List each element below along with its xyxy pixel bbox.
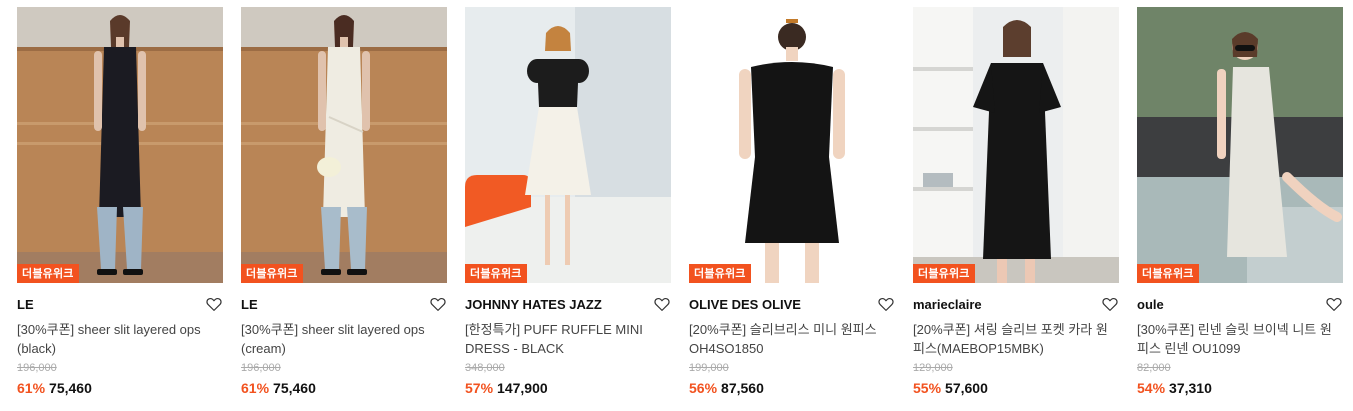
product-image[interactable]: 더블유위크 (1137, 7, 1343, 283)
product-name[interactable]: [한정특가] PUFF RUFFLE MINI DRESS - BLACK (465, 320, 671, 358)
product-name[interactable]: [30%쿠폰] 린넨 슬릿 브이넥 니트 원피스 린넨 OU1099 (1137, 320, 1343, 358)
price-value: 37,310 (1169, 380, 1212, 396)
discount-rate: 54% (1137, 380, 1166, 396)
product-image[interactable]: 더블유위크 (465, 7, 671, 283)
heart-icon[interactable] (653, 295, 671, 313)
brand-name[interactable]: marieclaire (913, 297, 982, 312)
product-name[interactable]: [20%쿠폰] 셔링 슬리브 포켓 카라 원피스(MAEBOP15MBK) (913, 320, 1119, 358)
badge: 더블유위크 (689, 264, 751, 283)
badge: 더블유위크 (913, 264, 975, 283)
original-price: 196,000 (241, 362, 281, 374)
brand-name[interactable]: LE (17, 297, 34, 312)
original-price: 199,000 (689, 362, 729, 374)
badge: 더블유위크 (465, 264, 527, 283)
product-name[interactable]: [30%쿠폰] sheer slit layered ops (cream) (241, 320, 447, 358)
product-card[interactable]: 더블유위크 LE [30%쿠폰] sheer slit layered ops … (17, 0, 223, 411)
product-image[interactable]: 더블유위크 (17, 7, 223, 283)
heart-icon[interactable] (877, 295, 895, 313)
price-value: 75,460 (49, 380, 92, 396)
heart-icon[interactable] (1325, 295, 1343, 313)
discount-rate: 61% (241, 380, 270, 396)
price-value: 57,600 (945, 380, 988, 396)
discount-rate: 61% (17, 380, 46, 396)
sale-price: 57% 147,900 (465, 380, 548, 396)
product-image[interactable]: 더블유위크 (689, 7, 895, 283)
price-value: 75,460 (273, 380, 316, 396)
price-value: 147,900 (497, 380, 548, 396)
sale-price: 61% 75,460 (241, 380, 316, 396)
product-card[interactable]: 더블유위크 JOHNNY HATES JAZZ [한정특가] PUFF RUFF… (465, 0, 671, 411)
heart-icon[interactable] (1101, 295, 1119, 313)
product-image[interactable]: 더블유위크 (913, 7, 1119, 283)
heart-icon[interactable] (205, 295, 223, 313)
sale-price: 55% 57,600 (913, 380, 988, 396)
discount-rate: 56% (689, 380, 718, 396)
original-price: 196,000 (17, 362, 57, 374)
product-card[interactable]: 더블유위크 LE [30%쿠폰] sheer slit layered ops … (241, 0, 447, 411)
product-grid: 더블유위크 LE [30%쿠폰] sheer slit layered ops … (0, 0, 1353, 411)
original-price: 348,000 (465, 362, 505, 374)
badge: 더블유위크 (1137, 264, 1199, 283)
brand-name[interactable]: OLIVE DES OLIVE (689, 297, 801, 312)
product-name[interactable]: [20%쿠폰] 슬리브리스 미니 원피스 OH4SO1850 (689, 320, 895, 358)
sale-price: 54% 37,310 (1137, 380, 1212, 396)
brand-name[interactable]: LE (241, 297, 258, 312)
badge: 더블유위크 (17, 264, 79, 283)
product-name[interactable]: [30%쿠폰] sheer slit layered ops (black) (17, 320, 223, 358)
product-image[interactable]: 더블유위크 (241, 7, 447, 283)
original-price: 129,000 (913, 362, 953, 374)
product-card[interactable]: 더블유위크 oule [30%쿠폰] 린넨 슬릿 브이넥 니트 원피스 린넨 O… (1137, 0, 1343, 411)
brand-name[interactable]: JOHNNY HATES JAZZ (465, 297, 602, 312)
discount-rate: 57% (465, 380, 494, 396)
brand-name[interactable]: oule (1137, 297, 1164, 312)
discount-rate: 55% (913, 380, 942, 396)
badge: 더블유위크 (241, 264, 303, 283)
product-card[interactable]: 더블유위크 OLIVE DES OLIVE [20%쿠폰] 슬리브리스 미니 원… (689, 0, 895, 411)
price-value: 87,560 (721, 380, 764, 396)
sale-price: 61% 75,460 (17, 380, 92, 396)
original-price: 82,000 (1137, 362, 1171, 374)
sale-price: 56% 87,560 (689, 380, 764, 396)
product-card[interactable]: 더블유위크 marieclaire [20%쿠폰] 셔링 슬리브 포켓 카라 원… (913, 0, 1119, 411)
heart-icon[interactable] (429, 295, 447, 313)
